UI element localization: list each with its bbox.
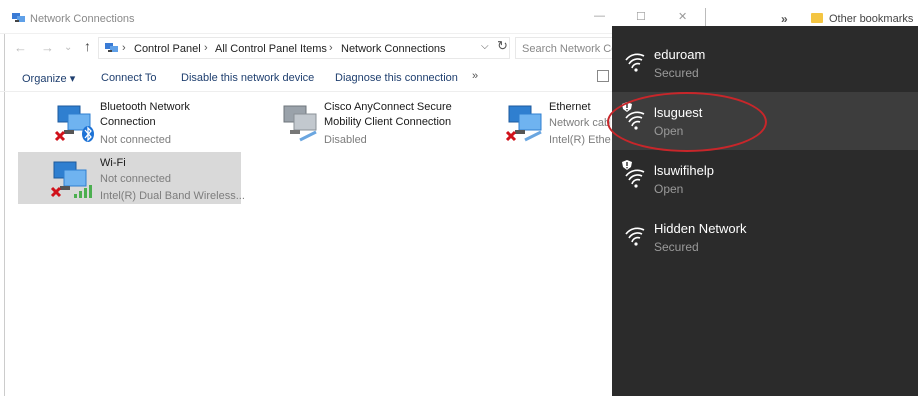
window-title: Network Connections	[30, 13, 135, 25]
network-connections-icon	[12, 13, 25, 22]
breadcrumb-separator: ›	[122, 42, 126, 54]
back-button[interactable]: ←	[14, 40, 27, 55]
minimize-button[interactable]: —	[594, 10, 605, 22]
address-dropdown-button[interactable]: ⌵	[481, 41, 489, 52]
close-button[interactable]: ✕	[678, 10, 687, 23]
up-button[interactable]: ↑	[84, 38, 91, 54]
forward-button[interactable]: →	[41, 40, 54, 55]
wifi-signal-warning-icon	[625, 169, 645, 188]
ethernet-adapter-icon	[505, 105, 542, 142]
breadcrumb-all-items[interactable]: All Control Panel Items	[215, 43, 327, 55]
refresh-button[interactable]: ↻	[497, 38, 508, 54]
wifi-network-status: Secured	[654, 66, 699, 80]
folder-icon	[811, 13, 823, 23]
window-left-border	[4, 0, 5, 396]
breadcrumb-separator: ›	[329, 42, 333, 54]
network-connections-icon	[105, 43, 118, 52]
connection-name: Ethernet	[549, 101, 591, 113]
wifi-network-status: Secured	[654, 240, 699, 254]
connection-status: Disabled	[324, 134, 367, 146]
connection-name: Bluetooth Network Connection	[100, 101, 190, 128]
breadcrumb-separator: ›	[204, 42, 208, 54]
wifi-network-name: lsuwifihelp	[654, 163, 714, 178]
connection-bluetooth[interactable]: Bluetooth Network Connection Not connect…	[42, 96, 242, 148]
connection-status: Not connected	[100, 134, 171, 146]
vpn-adapter-icon	[283, 105, 317, 142]
wifi-network-hidden[interactable]: Hidden Network Secured	[612, 208, 918, 266]
bluetooth-adapter-icon	[54, 105, 94, 142]
wifi-adapter-icon	[50, 161, 92, 198]
connection-ethernet[interactable]: Ethernet Network cabl Intel(R) Ethern	[493, 96, 611, 148]
connection-status: Network cabl	[549, 117, 611, 129]
wifi-signal-icon	[625, 53, 645, 72]
wifi-flyout: eduroam Secured lsuguest Open lsuwifihel…	[612, 26, 918, 396]
annotation-highlight-circle	[607, 92, 767, 152]
wifi-network-eduroam[interactable]: eduroam Secured	[612, 34, 918, 92]
connection-name: Wi-Fi	[100, 157, 126, 169]
wifi-network-name: Hidden Network	[654, 221, 747, 236]
search-input[interactable]: Search Network Co	[515, 37, 615, 59]
connection-adapter: Intel(R) Ethern	[549, 134, 611, 146]
connection-wifi[interactable]: Wi-Fi Not connected Intel(R) Dual Band W…	[18, 152, 245, 204]
connection-adapter: Intel(R) Dual Band Wireless...	[100, 190, 245, 202]
browser-edge	[705, 8, 706, 28]
connect-to-button[interactable]: Connect To	[101, 72, 156, 84]
more-commands-button[interactable]: »	[472, 70, 478, 82]
address-bar[interactable]: › Control Panel › All Control Panel Item…	[98, 37, 510, 59]
wifi-network-lsuwifihelp[interactable]: lsuwifihelp Open	[612, 150, 918, 208]
organize-menu[interactable]: Organize ▾	[22, 72, 75, 85]
search-placeholder: Search Network Co	[522, 43, 615, 55]
wifi-signal-icon	[625, 227, 645, 246]
breadcrumb-network-connections[interactable]: Network Connections	[341, 43, 446, 55]
wifi-network-status: Open	[654, 182, 684, 196]
recent-locations-button[interactable]: ⌄	[64, 42, 72, 53]
disable-device-button[interactable]: Disable this network device	[181, 72, 314, 84]
connection-cisco-anyconnect[interactable]: Cisco AnyConnect Secure Mobility Client …	[268, 96, 468, 148]
connection-status: Not connected	[100, 173, 171, 185]
bookmarks-overflow-button[interactable]: »	[781, 12, 788, 26]
change-view-icon[interactable]	[597, 70, 609, 82]
maximize-button[interactable]: ☐	[636, 10, 646, 23]
wifi-network-name: eduroam	[654, 47, 706, 62]
diagnose-connection-button[interactable]: Diagnose this connection	[335, 72, 458, 84]
breadcrumb-control-panel[interactable]: Control Panel	[134, 43, 201, 55]
connection-name: Cisco AnyConnect Secure Mobility Client …	[324, 101, 452, 128]
warning-shield-icon	[622, 160, 632, 170]
other-bookmarks-link[interactable]: Other bookmarks	[829, 13, 913, 25]
